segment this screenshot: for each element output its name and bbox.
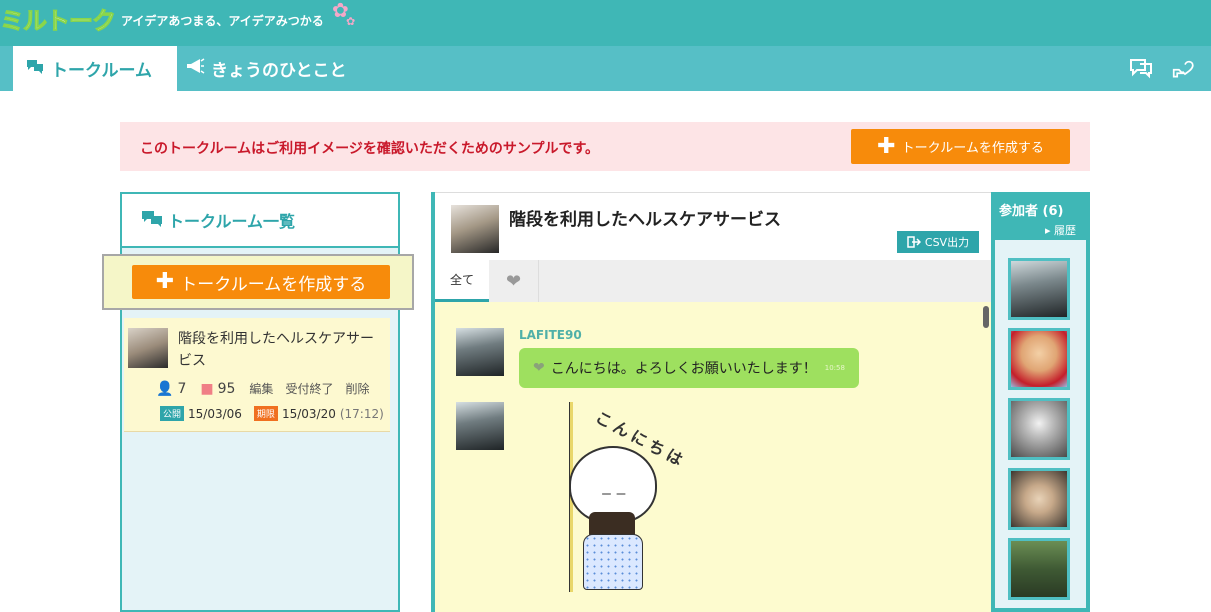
message-text: こんにちは。よろしくお願いいたします！	[550, 361, 817, 377]
message-filter-tabs: 全て ❤	[435, 260, 991, 302]
tab-talkroom-label: トークルーム	[51, 61, 152, 81]
sample-notice: このトークルームはご利用イメージを確認いただくためのサンプルです。 ✚ トークル…	[120, 122, 1090, 171]
logo-tagline: アイデアあつまる、アイデアみつかる	[121, 13, 324, 28]
person-icon: 👤	[156, 380, 174, 397]
plus-icon: ✚	[155, 269, 175, 294]
room-list-item[interactable]: 階段を利用したヘルスケアサービス 👤 7 ■ 95 編集 受付終了 削除 公開 …	[124, 318, 390, 432]
message-username: LAFITE90	[519, 328, 582, 342]
megaphone-icon	[185, 57, 205, 80]
create-room-button-top-label: トークルームを作成する	[901, 141, 1044, 156]
room-list-panel: トークルーム一覧 ✚ トークルームを作成する 階段を利用したヘルスケアサービス …	[102, 192, 414, 612]
comment-icon: ■	[200, 380, 214, 397]
message-avatar	[456, 402, 504, 450]
participants-panel: 参加者 (6) ▸ 履歴	[991, 192, 1090, 612]
create-room-highlight: ✚ トークルームを作成する	[102, 254, 414, 310]
public-badge: 公開	[160, 406, 185, 421]
csv-export-button[interactable]: CSV出力	[897, 231, 979, 253]
tab-favorites[interactable]: ❤	[489, 260, 539, 302]
message-bubble: ❤ こんにちは。よろしくお願いいたします！ 10:58	[519, 348, 859, 388]
participant-count: 7	[177, 380, 187, 397]
sticker-character-face: ー ー	[601, 488, 627, 501]
sticker-character-dress	[583, 534, 643, 590]
room-dates: 公開 15/03/06 期限 15/03/20 (17:12)	[160, 406, 384, 421]
participant-avatar[interactable]	[1008, 538, 1070, 600]
participant-avatar[interactable]	[1008, 468, 1070, 530]
create-room-button[interactable]: ✚ トークルームを作成する	[132, 265, 390, 299]
create-room-button-label: トークルームを作成する	[180, 274, 367, 295]
tab-today-word-label: きょうのひとこと	[211, 61, 347, 81]
room-owner-avatar	[128, 328, 168, 368]
history-link-label: 履歴	[1054, 224, 1077, 237]
chat-area[interactable]: LAFITE90 ❤ こんにちは。よろしくお願いいたします！ 10:58 ー ー…	[435, 302, 991, 612]
sample-notice-text: このトークルームはご利用イメージを確認いただくためのサンプルです。	[140, 141, 600, 157]
room-list-item-title[interactable]: 階段を利用したヘルスケアサービス	[178, 328, 378, 372]
plus-icon: ✚	[877, 133, 896, 159]
history-link[interactable]: ▸ 履歴	[1045, 222, 1076, 238]
flower-decoration-small-icon: ✿	[346, 15, 356, 28]
chat-outline-icon[interactable]	[1128, 56, 1154, 80]
close-reception-link[interactable]: 受付終了	[285, 380, 333, 397]
room-header: 階段を利用したヘルスケアサービス CSV出力	[435, 192, 991, 260]
top-bar: ミルトーク アイデアあつまる、アイデアみつかる ✿ ✿	[0, 0, 1211, 46]
participants-title: 参加者 (6)	[999, 204, 1064, 219]
heart-hand-icon[interactable]	[1172, 56, 1198, 80]
export-icon	[907, 236, 921, 248]
sticker-character-hair	[589, 512, 635, 536]
tab-all[interactable]: 全て	[435, 260, 489, 302]
comment-count: 95	[217, 380, 236, 397]
chat-bubbles-icon	[140, 209, 164, 231]
room-stats: 👤 7 ■ 95 編集 受付終了 削除	[156, 380, 381, 397]
room-title: 階段を利用したヘルスケアサービス	[509, 210, 781, 230]
logo-text: ミルトーク	[0, 6, 117, 35]
participant-avatar[interactable]	[1008, 398, 1070, 460]
room-list-header: トークルーム一覧	[122, 194, 398, 248]
chat-bubbles-icon	[25, 58, 45, 79]
room-owner-avatar	[451, 205, 499, 253]
delete-link[interactable]: 削除	[345, 380, 369, 397]
edit-link[interactable]: 編集	[249, 380, 273, 397]
csv-export-label: CSV出力	[924, 236, 970, 249]
participants-header: 参加者 (6) ▸ 履歴	[991, 192, 1090, 240]
limit-badge: 期限	[253, 406, 278, 421]
chat-scrollbar[interactable]	[983, 306, 989, 328]
create-room-button-top[interactable]: ✚ トークルームを作成する	[851, 129, 1070, 164]
like-heart-icon[interactable]: ❤	[533, 360, 545, 376]
logo[interactable]: ミルトーク アイデアあつまる、アイデアみつかる	[0, 4, 324, 35]
main-nav: トークルーム きょうのひとこと	[0, 46, 1211, 91]
limit-time: (17:12)	[339, 406, 384, 421]
room-detail-panel: 階段を利用したヘルスケアサービス CSV出力 全て ❤ LAFITE90 ❤ こ…	[431, 192, 991, 612]
tab-today-word[interactable]: きょうのひとこと	[177, 46, 347, 91]
tab-talkroom[interactable]: トークルーム	[13, 46, 177, 91]
room-list-title: トークルーム一覧	[168, 212, 296, 231]
heart-icon: ❤	[505, 270, 522, 292]
participant-avatar[interactable]	[1008, 258, 1070, 320]
sticker-greeting: ー ー こんにちは	[535, 402, 705, 612]
message-avatar	[456, 328, 504, 376]
message-time: 10:58	[824, 364, 845, 372]
participant-avatar[interactable]	[1008, 328, 1070, 390]
public-date: 15/03/06	[188, 406, 242, 421]
limit-date: 15/03/20	[281, 406, 336, 421]
